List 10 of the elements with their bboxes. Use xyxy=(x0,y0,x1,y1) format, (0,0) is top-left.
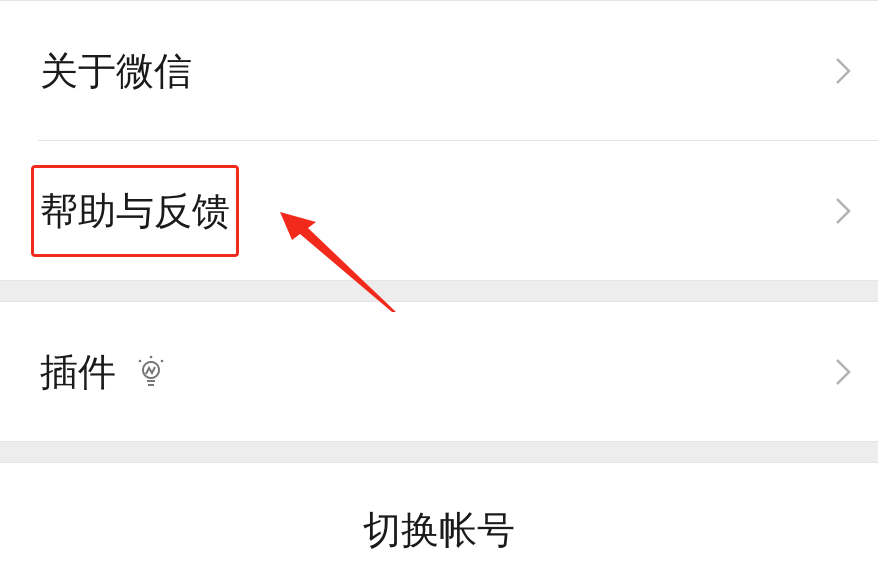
chevron-icon xyxy=(834,356,852,386)
chevron-icon xyxy=(834,196,852,226)
chevron-icon xyxy=(834,56,852,86)
settings-row[interactable]: 关于微信 xyxy=(0,1,878,141)
lightbulb-icon xyxy=(136,354,166,388)
row-label: 关于微信 xyxy=(40,52,192,90)
row-label: 帮助与反馈 xyxy=(40,192,230,230)
switch-account-button[interactable]: 切换帐号 xyxy=(363,511,515,549)
settings-row[interactable]: 插件 xyxy=(0,302,878,442)
row-label: 插件 xyxy=(40,352,116,390)
